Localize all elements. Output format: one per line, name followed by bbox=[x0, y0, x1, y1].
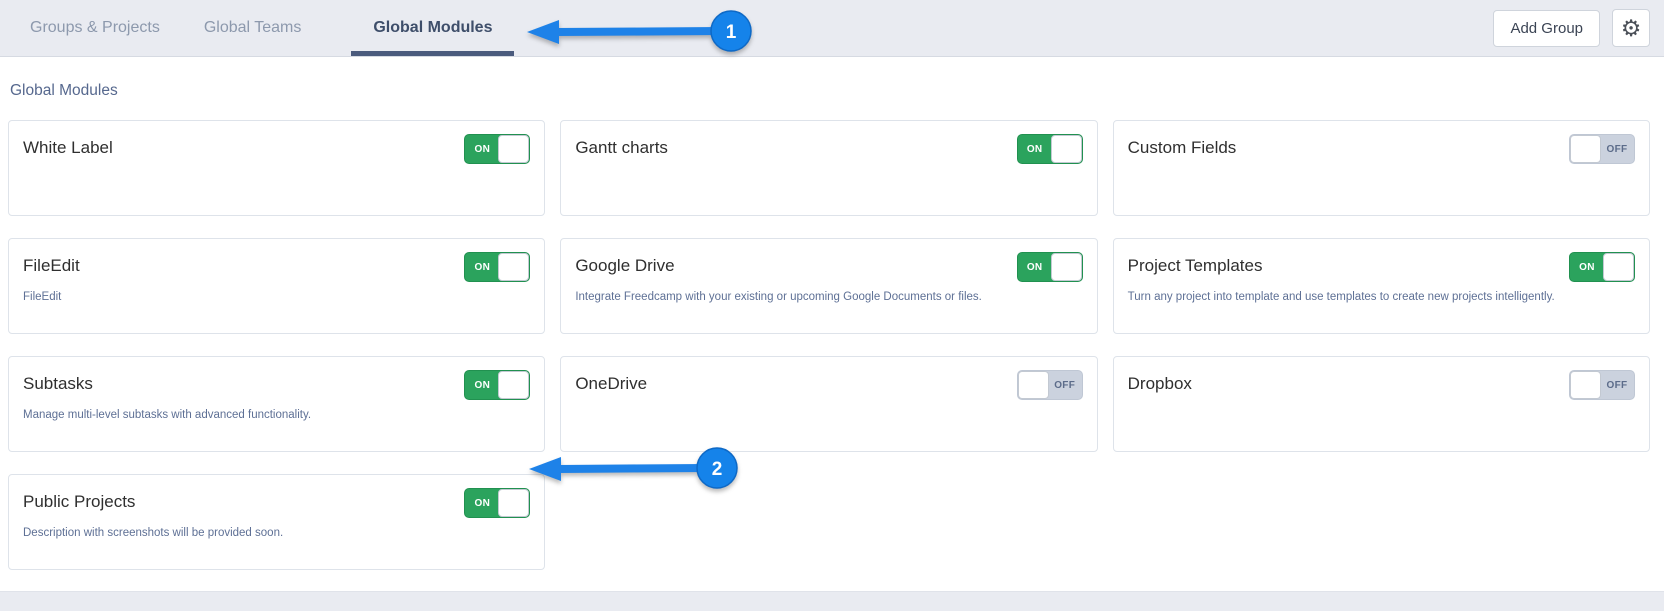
module-title: Project Templates bbox=[1128, 256, 1559, 276]
toggle-knob bbox=[1051, 253, 1082, 281]
module-title: Google Drive bbox=[575, 256, 1006, 276]
module-toggle[interactable]: ON bbox=[464, 488, 530, 518]
module-title: OneDrive bbox=[575, 374, 1006, 394]
module-title: Gantt charts bbox=[575, 138, 1006, 158]
module-title: Public Projects bbox=[23, 492, 454, 512]
tab-global-teams[interactable]: Global Teams bbox=[182, 0, 324, 56]
module-card-public-projects: Public Projects ON Description with scre… bbox=[8, 474, 545, 570]
module-toggle[interactable]: OFF bbox=[1569, 370, 1635, 400]
toggle-state-label: OFF bbox=[1600, 371, 1634, 399]
module-card-white-label: White Label ON bbox=[8, 120, 545, 216]
module-toggle[interactable]: ON bbox=[1017, 134, 1083, 164]
toggle-state-label: ON bbox=[465, 489, 499, 517]
tab-groups-projects[interactable]: Groups & Projects bbox=[8, 0, 182, 56]
module-title: White Label bbox=[23, 138, 454, 158]
module-description: Integrate Freedcamp with your existing o… bbox=[575, 291, 1006, 303]
module-title: Dropbox bbox=[1128, 374, 1559, 394]
settings-button[interactable]: ⚙ bbox=[1612, 9, 1650, 47]
module-toggle[interactable]: OFF bbox=[1017, 370, 1083, 400]
module-title: FileEdit bbox=[23, 256, 454, 276]
module-toggle[interactable]: ON bbox=[1569, 252, 1635, 282]
toggle-knob bbox=[498, 489, 529, 517]
module-card-fileedit: FileEdit ON FileEdit bbox=[8, 238, 545, 334]
module-card-dropbox: Dropbox OFF bbox=[1113, 356, 1650, 452]
module-description: Manage multi-level subtasks with advance… bbox=[23, 409, 454, 421]
module-card-project-templates: Project Templates ON Turn any project in… bbox=[1113, 238, 1650, 334]
module-toggle[interactable]: ON bbox=[464, 252, 530, 282]
modules-grid: White Label ON Gantt charts ON Custom Fi… bbox=[8, 120, 1650, 570]
header-actions: Add Group ⚙ bbox=[1493, 0, 1650, 56]
module-toggle[interactable]: ON bbox=[464, 370, 530, 400]
module-card-onedrive: OneDrive OFF bbox=[560, 356, 1097, 452]
module-toggle[interactable]: OFF bbox=[1569, 134, 1635, 164]
toggle-knob bbox=[1570, 371, 1601, 399]
module-card-google-drive: Google Drive ON Integrate Freedcamp with… bbox=[560, 238, 1097, 334]
toggle-state-label: OFF bbox=[1600, 135, 1634, 163]
module-title: Subtasks bbox=[23, 374, 454, 394]
toggle-state-label: OFF bbox=[1048, 371, 1082, 399]
module-card-gantt-charts: Gantt charts ON bbox=[560, 120, 1097, 216]
toggle-state-label: ON bbox=[1018, 253, 1052, 281]
add-group-button[interactable]: Add Group bbox=[1493, 10, 1600, 47]
module-card-subtasks: Subtasks ON Manage multi-level subtasks … bbox=[8, 356, 545, 452]
toggle-state-label: ON bbox=[465, 371, 499, 399]
toggle-state-label: ON bbox=[1570, 253, 1604, 281]
toggle-state-label: ON bbox=[465, 253, 499, 281]
module-title: Custom Fields bbox=[1128, 138, 1559, 158]
toggle-knob bbox=[498, 135, 529, 163]
toggle-state-label: ON bbox=[1018, 135, 1052, 163]
module-toggle[interactable]: ON bbox=[1017, 252, 1083, 282]
page-title: Global Modules bbox=[10, 82, 1664, 100]
toggle-knob bbox=[498, 253, 529, 281]
footer-strip bbox=[0, 591, 1664, 611]
toggle-state-label: ON bbox=[465, 135, 499, 163]
module-description: Turn any project into template and use t… bbox=[1128, 291, 1559, 303]
module-description: Description with screenshots will be pro… bbox=[23, 527, 454, 539]
module-description: FileEdit bbox=[23, 291, 454, 303]
toggle-knob bbox=[1603, 253, 1634, 281]
toggle-knob bbox=[1051, 135, 1082, 163]
toggle-knob bbox=[1018, 371, 1049, 399]
module-toggle[interactable]: ON bbox=[464, 134, 530, 164]
gear-icon: ⚙ bbox=[1621, 17, 1642, 40]
toggle-knob bbox=[498, 371, 529, 399]
toggle-knob bbox=[1570, 135, 1601, 163]
tabs: Groups & Projects Global Teams Global Mo… bbox=[8, 0, 514, 56]
module-card-custom-fields: Custom Fields OFF bbox=[1113, 120, 1650, 216]
tab-global-modules[interactable]: Global Modules bbox=[351, 0, 514, 56]
top-tab-bar: Groups & Projects Global Teams Global Mo… bbox=[0, 0, 1664, 57]
